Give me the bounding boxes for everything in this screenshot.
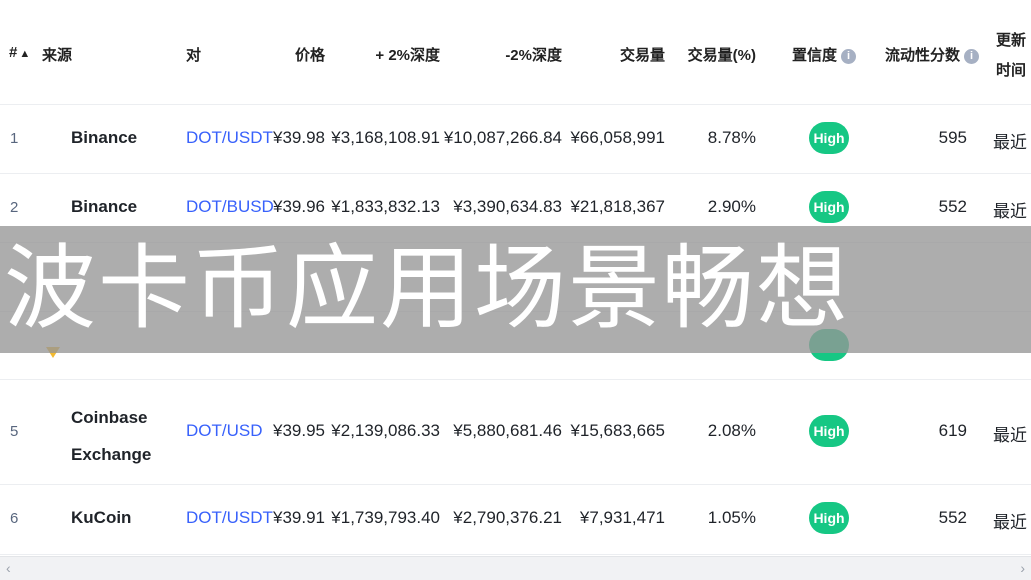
liquidity-cell: 619 xyxy=(938,421,967,440)
table-row[interactable]: 1 Binance DOT/USDT ¥39.98 ¥3,168,108.91 … xyxy=(0,104,1031,174)
plus2-depth-cell: ¥1,833,832.13 xyxy=(331,197,440,216)
volume-pct-header[interactable]: 交易量(%) xyxy=(688,44,756,65)
liquidity-cell: 595 xyxy=(938,128,967,147)
minus2-depth-cell: ¥2,790,376.21 xyxy=(453,508,562,527)
volume-header[interactable]: 交易量 xyxy=(620,44,665,65)
rank-cell: 6 xyxy=(10,510,19,527)
liquidity-cell: 552 xyxy=(938,197,967,216)
info-icon[interactable]: i xyxy=(841,49,857,64)
sort-up-icon: ▲ xyxy=(19,48,31,60)
updated-cell: 最近 xyxy=(993,133,1027,152)
plus2-depth-header[interactable]: + 2%深度 xyxy=(375,44,440,65)
price-cell: ¥39.95 xyxy=(273,421,325,440)
table-row[interactable]: 6 KuCoin DOT/USDT ¥39.91 ¥1,739,793.40 ¥… xyxy=(0,484,1031,555)
scroll-right-icon[interactable]: › xyxy=(1020,560,1025,576)
volume-pct-cell: 1.05% xyxy=(707,508,756,527)
pair-link[interactable]: DOT/USDT xyxy=(186,508,273,528)
banner-text: 波卡币应用场景畅想 xyxy=(4,235,851,342)
rank-header[interactable]: # ▲ xyxy=(9,44,30,61)
horizontal-scrollbar[interactable]: ‹ › xyxy=(0,556,1031,580)
pair-link[interactable]: DOT/USD xyxy=(186,421,263,441)
pair-link[interactable]: DOT/USDT xyxy=(186,128,273,148)
minus2-depth-header[interactable]: -2%深度 xyxy=(505,44,562,65)
price-cell: ¥39.96 xyxy=(273,197,325,216)
overlay-banner: 波卡币应用场景畅想 xyxy=(0,226,1031,353)
liquidity-cell: 552 xyxy=(938,508,967,527)
scroll-left-icon[interactable]: ‹ xyxy=(6,560,11,576)
confidence-badge: High xyxy=(809,191,849,223)
price-header[interactable]: 价格 xyxy=(295,44,325,65)
volume-pct-cell: 2.90% xyxy=(707,197,756,216)
plus2-depth-cell: ¥3,168,108.91 xyxy=(331,128,440,147)
updated-cell: 最近 xyxy=(993,202,1027,221)
price-cell: ¥39.98 xyxy=(273,128,325,147)
rank-cell: 1 xyxy=(10,130,19,147)
updated-cell: 最近 xyxy=(993,513,1027,532)
exchange-name[interactable]: KuCoin xyxy=(71,508,131,528)
minus2-depth-cell: ¥10,087,266.84 xyxy=(443,128,562,147)
volume-cell: ¥15,683,665 xyxy=(570,421,665,440)
info-icon[interactable]: i xyxy=(964,49,980,64)
confidence-header[interactable]: 置信度 i xyxy=(792,44,857,65)
volume-pct-cell: 2.08% xyxy=(707,421,756,440)
volume-cell: ¥21,818,367 xyxy=(570,197,665,216)
source-header[interactable]: 来源 xyxy=(42,44,72,65)
table-header: # ▲ 来源 对 价格 + 2%深度 -2%深度 交易量 交易量(%) 置信度 i … xyxy=(0,0,1031,105)
confidence-badge: High xyxy=(809,502,849,534)
exchange-name[interactable]: Coinbase Exchange xyxy=(71,399,151,473)
exchange-name[interactable]: Binance xyxy=(71,128,137,148)
exchange-name[interactable]: Binance xyxy=(71,197,137,217)
confidence-badge: High xyxy=(809,122,849,154)
minus2-depth-cell: ¥5,880,681.46 xyxy=(453,421,562,440)
plus2-depth-cell: ¥1,739,793.40 xyxy=(331,508,440,527)
confidence-badge: High xyxy=(809,415,849,447)
volume-cell: ¥7,931,471 xyxy=(579,508,665,527)
updated-cell: 最近 xyxy=(993,426,1027,445)
rank-cell: 2 xyxy=(10,199,19,216)
minus2-depth-cell: ¥3,390,634.83 xyxy=(453,197,562,216)
volume-cell: ¥66,058,991 xyxy=(570,128,665,147)
volume-pct-cell: 8.78% xyxy=(707,128,756,147)
liquidity-header[interactable]: 流动性分数 i xyxy=(885,44,980,65)
plus2-depth-cell: ¥2,139,086.33 xyxy=(331,421,440,440)
updated-header[interactable]: 更新 时间 xyxy=(996,26,1026,86)
pair-header[interactable]: 对 xyxy=(186,44,201,65)
price-cell: ¥39.91 xyxy=(273,508,325,527)
pair-link[interactable]: DOT/BUSD xyxy=(186,197,274,217)
table-row[interactable]: 5 Coinbase Exchange DOT/USD ¥39.95 ¥2,139… xyxy=(0,379,1031,485)
rank-cell: 5 xyxy=(10,423,19,440)
